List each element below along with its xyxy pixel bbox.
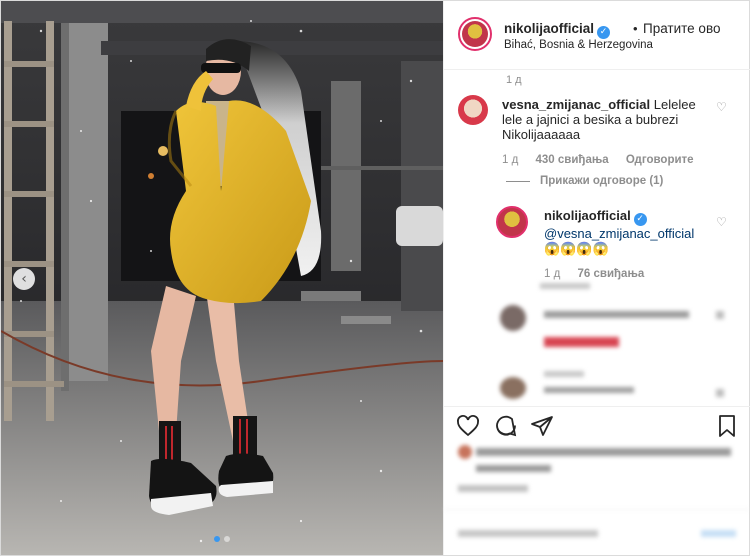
chevron-left-icon: ‹ — [21, 271, 27, 287]
comment-likes[interactable]: 430 свиђања — [536, 154, 609, 166]
liked-by-section — [458, 443, 738, 483]
comment-like-heart-icon[interactable]: ♡ — [716, 100, 727, 114]
add-comment-bar[interactable] — [444, 509, 750, 555]
comment-icon[interactable] — [494, 414, 518, 438]
author-username-text[interactable]: nikolijaofficial — [504, 21, 594, 36]
comment-text: vesna_zmijanac_official Lelelee lele a j… — [502, 97, 712, 142]
follow-button[interactable]: Пратите ово — [643, 21, 720, 36]
reply-emoji: 😱😱😱😱 — [544, 241, 609, 256]
reply-like-heart-icon[interactable]: ♡ — [716, 215, 727, 229]
post-timestamp — [458, 485, 528, 492]
caption-time: 1 д — [506, 74, 522, 86]
post-location[interactable]: Bihać, Bosnia & Herzegovina — [504, 39, 653, 51]
reply-avatar[interactable] — [496, 206, 528, 238]
carousel-dot — [224, 536, 230, 542]
photo-prev-button[interactable]: ‹ — [13, 268, 35, 290]
heart-icon[interactable] — [456, 414, 480, 438]
verified-badge-icon: ✓ — [633, 213, 647, 226]
author-username[interactable]: nikolijaofficial ✓ — [504, 21, 611, 39]
reply-likes[interactable]: 76 свиђања — [578, 268, 645, 280]
comment-time: 1 д — [502, 154, 519, 166]
reply-meta: 1 д 76 свиђања — [544, 268, 658, 280]
replies-line — [506, 181, 530, 182]
verified-badge-icon: ✓ — [597, 26, 611, 39]
commenter-avatar[interactable] — [458, 95, 488, 125]
post-photo[interactable]: ‹ — [1, 1, 443, 555]
comment-meta: 1 д 430 свиђања Одговорите — [502, 154, 708, 166]
post-actions — [444, 406, 750, 446]
post-sidebar: nikolijaofficial ✓ • Пратите ово Bihać, B… — [443, 1, 750, 555]
carousel-dot — [214, 536, 220, 542]
view-replies-button[interactable]: Прикажи одговоре (1) — [540, 175, 663, 187]
post-header: nikolijaofficial ✓ • Пратите ово Bihać, B… — [444, 1, 750, 70]
header-separator: • — [633, 21, 638, 36]
paper-plane-icon[interactable] — [530, 414, 554, 438]
bookmark-icon[interactable] — [715, 414, 739, 438]
reply-button[interactable]: Одговорите — [626, 154, 694, 166]
reply-mention[interactable]: @vesna_zmijanac_official — [544, 226, 694, 241]
comment-username[interactable]: vesna_zmijanac_official — [502, 97, 650, 112]
author-avatar[interactable] — [458, 17, 492, 51]
comments-list[interactable]: 1 д vesna_zmijanac_official Lelelee lele… — [444, 71, 750, 406]
reply-time: 1 д — [544, 268, 561, 280]
carousel-dots — [214, 536, 230, 542]
reply-username[interactable]: nikolijaofficial — [544, 208, 631, 223]
post-image — [1, 1, 443, 555]
reply-text: nikolijaofficial ✓ @vesna_zmijanac_offici… — [544, 208, 704, 256]
